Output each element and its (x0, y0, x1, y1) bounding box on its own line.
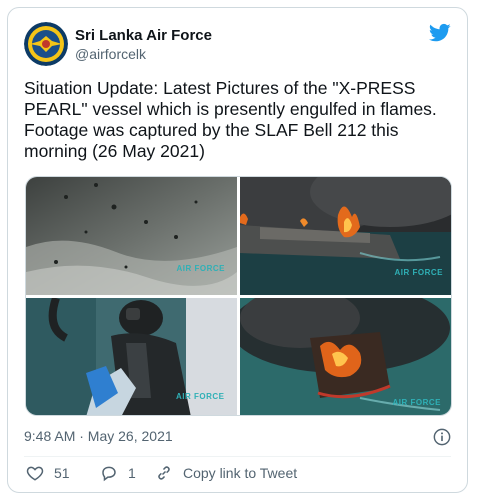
author-avatar[interactable] (24, 22, 68, 66)
twitter-bird-icon[interactable] (429, 23, 451, 43)
copy-link-button[interactable]: Copy link to Tweet (155, 464, 297, 482)
tweet-text-line: morning (26 May 2021) (24, 141, 205, 161)
tweet-timestamp[interactable]: 9:48 AM · May 26, 2021 (24, 428, 173, 444)
reply-icon (102, 466, 116, 482)
media-grid: AIR FORCE AIR FORCE AIR FORCE AIR FORCE (25, 176, 452, 416)
photo-watermark: AIR FORCE (176, 264, 225, 273)
info-icon[interactable] (433, 428, 451, 446)
like-count: 51 (54, 465, 70, 481)
reply-count: 1 (128, 465, 136, 481)
copy-link-label: Copy link to Tweet (183, 465, 298, 481)
author-name[interactable]: Sri Lanka Air Force (75, 27, 212, 45)
tweet-card[interactable]: Sri Lanka Air Force @airforcelk Situatio… (7, 7, 468, 493)
aerial-fire-photo[interactable]: AIR FORCE (240, 298, 451, 415)
like-button[interactable]: 51 (26, 464, 70, 482)
debris-water-photo[interactable]: AIR FORCE (26, 177, 237, 295)
burning-ship-photo[interactable]: AIR FORCE (240, 177, 451, 295)
photo-watermark: AIR FORCE (392, 398, 441, 407)
photo-watermark: AIR FORCE (176, 392, 225, 401)
tweet-text: Situation Update: Latest Pictures of the… (24, 78, 456, 162)
tweet-text-line: PEARL" vessel which is presently engulfe… (24, 99, 437, 119)
reply-button[interactable]: 1 (100, 464, 136, 482)
author-handle[interactable]: @airforcelk (75, 45, 212, 63)
tweet-text-line: Situation Update: Latest Pictures of the… (24, 78, 416, 98)
helicopter-crew-photo[interactable]: AIR FORCE (26, 298, 237, 415)
author-info: Sri Lanka Air Force @airforcelk (75, 27, 212, 63)
link-icon (158, 466, 170, 480)
heart-icon (26, 466, 44, 481)
photo-watermark: AIR FORCE (394, 268, 443, 277)
divider (24, 456, 451, 457)
tweet-text-line: Footage was captured by the SLAF Bell 21… (24, 120, 399, 140)
